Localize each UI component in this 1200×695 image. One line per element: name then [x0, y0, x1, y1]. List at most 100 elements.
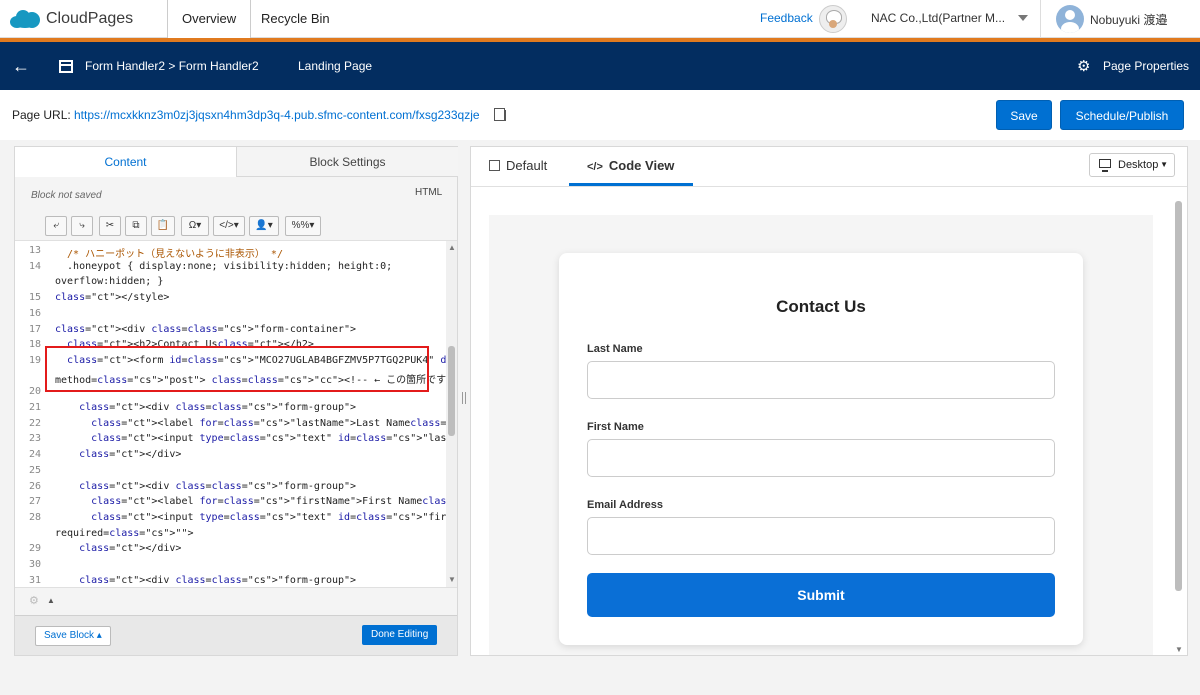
code-line[interactable]: class="ct"><div class=class="cs">"form-c…: [55, 324, 356, 335]
page-url-label: Page URL:: [12, 108, 71, 122]
line-number: 30: [28, 559, 41, 570]
tab-overview[interactable]: Overview: [167, 0, 252, 38]
code-line[interactable]: required=class="cs">"">: [55, 528, 193, 539]
save-block-button[interactable]: Save Block ▴: [35, 626, 111, 646]
line-number: 15: [28, 292, 41, 304]
code-line[interactable]: class="ct"><div class=class="cs">"form-g…: [55, 575, 356, 586]
tab-code-view-label: Code View: [608, 158, 675, 173]
preview-scrollbar[interactable]: ▼: [1173, 201, 1185, 657]
redo-icon[interactable]: ⤷: [71, 216, 93, 236]
first-name-input[interactable]: [587, 439, 1055, 477]
line-number: 25: [28, 464, 41, 476]
tab-recycle-bin[interactable]: Recycle Bin: [261, 0, 330, 38]
settings-icon[interactable]: ⚙: [29, 594, 39, 607]
line-number: 19: [28, 354, 41, 366]
editor-footer: ⚙ ▲: [15, 587, 457, 615]
code-line[interactable]: class="ct"><label for=class="cs">"lastNa…: [55, 418, 447, 429]
copy-icon[interactable]: ⧉: [125, 216, 147, 236]
line-number: 14: [28, 260, 41, 272]
contact-form-card: Contact Us Last Name First Name Email Ad…: [559, 253, 1083, 645]
undo-icon[interactable]: ⤶: [45, 216, 67, 236]
ampscript-dropdown[interactable]: %%▾: [285, 216, 321, 236]
back-arrow-icon[interactable]: ←: [12, 56, 30, 77]
tab-content[interactable]: Content: [15, 147, 237, 177]
code-line[interactable]: class="ct"><div class=class="cs">"form-g…: [55, 402, 356, 413]
code-line[interactable]: class="ct"><div class=class="cs">"form-g…: [55, 481, 356, 492]
footer-bar: [0, 660, 1200, 695]
code-line[interactable]: class="ct"><input type=class="cs">"text"…: [55, 512, 447, 523]
percent-icon: %%: [291, 220, 310, 231]
page-properties-button[interactable]: Page Properties: [1103, 59, 1189, 73]
caret-up-icon[interactable]: ▲: [47, 596, 55, 605]
preview-tabs: Default </> Code View Desktop ▼: [471, 147, 1187, 187]
breadcrumb[interactable]: Form Handler2 > Form Handler2: [85, 59, 259, 73]
line-number: 16: [28, 307, 41, 319]
line-number: 29: [28, 543, 41, 555]
line-number: 31: [28, 574, 41, 586]
line-number: 27: [28, 496, 41, 508]
done-editing-button[interactable]: Done Editing: [362, 625, 438, 645]
code-line[interactable]: class="ct"></style>: [55, 292, 169, 303]
chevron-down-icon[interactable]: [1018, 15, 1028, 21]
line-number: 28: [28, 511, 41, 523]
email-label: Email Address: [587, 499, 664, 511]
block-editor-panel: Content Block Settings Block not saved H…: [14, 146, 458, 656]
monitor-icon: [1099, 159, 1111, 172]
editor-mode-label: HTML: [415, 187, 443, 198]
feedback-link[interactable]: Feedback: [760, 11, 813, 25]
line-number: 17: [28, 323, 41, 335]
page-icon: [59, 60, 73, 73]
special-char-dropdown[interactable]: Ω▾: [181, 216, 209, 236]
save-block-label: Save Block: [44, 630, 95, 641]
code-line[interactable]: class="ct"><label for=class="cs">"firstN…: [55, 496, 447, 507]
layout-icon: [489, 160, 500, 171]
editor-nav-bar: ← Form Handler2 > Form Handler2 Landing …: [0, 42, 1200, 90]
line-number: 13: [28, 245, 41, 256]
code-line[interactable]: class="ct"></div>: [55, 543, 181, 554]
tab-code-view[interactable]: </> Code View: [587, 158, 674, 173]
code-line[interactable]: .honeypot { display:none; visibility:hid…: [55, 261, 392, 272]
scrollbar-thumb[interactable]: [1175, 201, 1182, 591]
last-name-input[interactable]: [587, 361, 1055, 399]
email-input[interactable]: [587, 517, 1055, 555]
org-switcher[interactable]: NAC Co.,Ltd(Partner M...: [871, 11, 1005, 25]
personalization-dropdown[interactable]: 👤▾: [249, 216, 279, 236]
line-number: 23: [28, 433, 41, 445]
divider: [1040, 0, 1041, 38]
code-line[interactable]: class="ct"></div>: [55, 449, 181, 460]
page-url-link[interactable]: https://mcxkknz3m0zj3jqsxn4hm3dp3q-4.pub…: [74, 108, 480, 122]
first-name-label: First Name: [587, 421, 644, 433]
einstein-avatar-icon[interactable]: [819, 5, 847, 33]
scroll-down-icon[interactable]: ▼: [448, 575, 456, 584]
save-button[interactable]: Save: [996, 100, 1052, 130]
code-editor[interactable]: 13 /* ハニーポット（見えないように非表示） */ 14 .honeypot …: [15, 241, 447, 587]
code-line[interactable]: /* ハニーポット（見えないように非表示） */: [55, 245, 283, 260]
app-logo[interactable]: CloudPages: [10, 8, 133, 30]
device-select[interactable]: Desktop ▼: [1089, 153, 1175, 177]
device-select-value: Desktop: [1118, 159, 1159, 171]
cut-icon[interactable]: ✂: [99, 216, 121, 236]
code-line[interactable]: overflow:hidden; }: [55, 276, 163, 287]
scroll-up-icon[interactable]: ▲: [448, 243, 456, 252]
user-avatar-icon[interactable]: [1056, 5, 1084, 33]
schedule-publish-button[interactable]: Schedule/Publish: [1060, 100, 1184, 130]
scrollbar-thumb[interactable]: [448, 346, 455, 436]
tab-default-label: Default: [506, 158, 548, 173]
tab-default[interactable]: Default: [489, 158, 547, 173]
url-bar: Page URL: https://mcxkknz3m0zj3jqsxn4hm3…: [0, 90, 1200, 140]
copy-icon[interactable]: [494, 108, 506, 121]
code-icon: </>: [587, 161, 603, 173]
submit-button[interactable]: Submit: [587, 573, 1055, 617]
code-line[interactable]: class="ct"><input type=class="cs">"text"…: [55, 433, 447, 444]
code-scrollbar[interactable]: ▲ ▼: [446, 241, 457, 587]
scroll-down-icon[interactable]: ▼: [1175, 645, 1183, 654]
user-name[interactable]: Nobuyuki 渡邉: [1090, 11, 1167, 28]
tab-block-settings[interactable]: Block Settings: [237, 147, 458, 177]
page-type-label: Landing Page: [298, 59, 373, 73]
resize-handle-icon[interactable]: [462, 392, 466, 404]
code-dropdown[interactable]: </>▾: [213, 216, 245, 236]
code-icon: </>: [219, 220, 234, 231]
paste-icon[interactable]: 📋: [151, 216, 175, 236]
top-bar: CloudPages Overview Recycle Bin Feedback…: [0, 0, 1200, 38]
gear-icon[interactable]: ⚙: [1077, 57, 1090, 75]
